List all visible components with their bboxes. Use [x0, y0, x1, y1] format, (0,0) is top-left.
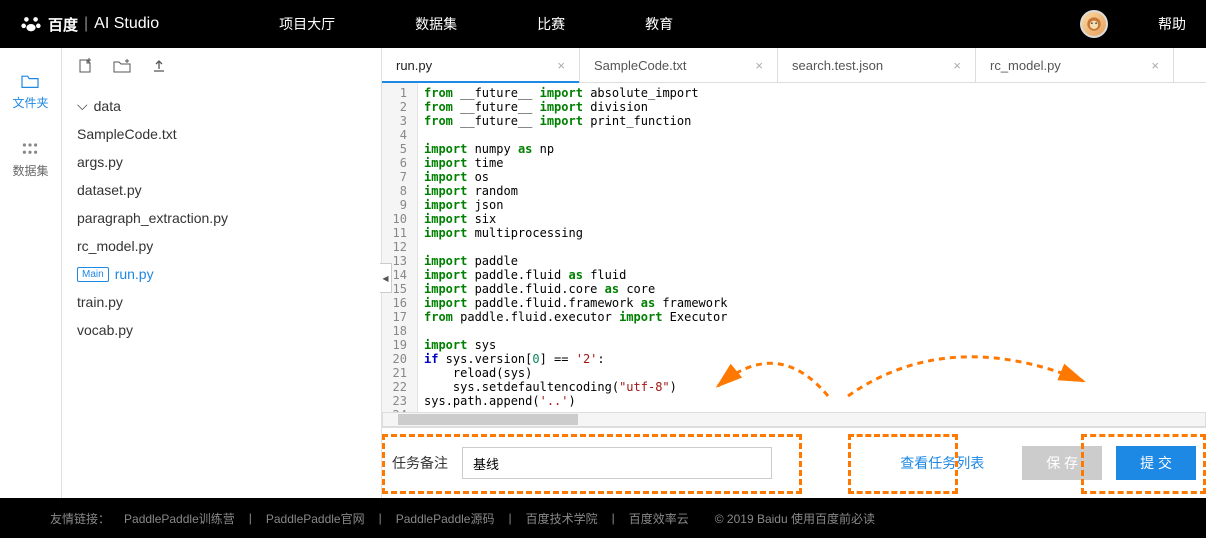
- brand-main: 百度: [48, 14, 78, 35]
- footer-prefix: 友情链接：: [50, 510, 110, 527]
- main-nav: 项目大厅 数据集 比赛 教育: [279, 14, 673, 34]
- footer-link[interactable]: PaddlePaddle源码: [396, 510, 495, 527]
- nav-datasets[interactable]: 数据集: [415, 14, 457, 34]
- view-tasks-link[interactable]: 查看任务列表: [900, 453, 984, 473]
- monkey-icon: [1084, 14, 1104, 34]
- logo[interactable]: 百度 | AI Studio: [20, 13, 159, 35]
- paw-icon: [20, 13, 42, 35]
- tab-run-py[interactable]: run.py×: [382, 48, 580, 82]
- collapse-sidebar-button[interactable]: ◀: [380, 263, 392, 293]
- file-item[interactable]: vocab.py: [62, 316, 381, 344]
- chevron-down-icon: ⌵: [77, 97, 88, 114]
- tab-samplecode[interactable]: SampleCode.txt×: [580, 48, 778, 82]
- tab-search-json[interactable]: search.test.json×: [778, 48, 976, 82]
- close-icon[interactable]: ×: [1151, 58, 1159, 73]
- grid-icon: [20, 141, 40, 157]
- file-item[interactable]: paragraph_extraction.py: [62, 204, 381, 232]
- iconbar-files[interactable]: 文件夹: [12, 73, 48, 111]
- header: 百度 | AI Studio 项目大厅 数据集 比赛 教育 帮助: [0, 0, 1206, 48]
- file-item[interactable]: dataset.py: [62, 176, 381, 204]
- file-item-run[interactable]: Mainrun.py: [62, 260, 381, 288]
- file-item[interactable]: rc_model.py: [62, 232, 381, 260]
- folder-data[interactable]: ⌵data: [62, 91, 381, 120]
- line-gutter: 123456789101112131415161718192021222324: [382, 83, 418, 412]
- footer-copyright: © 2019 Baidu 使用百度前必读: [715, 510, 875, 527]
- new-file-icon[interactable]: [77, 58, 93, 77]
- help-link[interactable]: 帮助: [1158, 14, 1186, 34]
- task-note-label: 任务备注: [392, 453, 448, 473]
- footer-link[interactable]: PaddlePaddle官网: [266, 510, 365, 527]
- new-folder-icon[interactable]: [113, 59, 131, 76]
- close-icon[interactable]: ×: [953, 58, 961, 73]
- folder-icon: [20, 73, 40, 89]
- task-bar: 任务备注 查看任务列表 保 存 提 交: [382, 427, 1206, 498]
- task-note-input[interactable]: [462, 447, 772, 479]
- iconbar-datasets[interactable]: 数据集: [12, 141, 48, 179]
- file-toolbar: [62, 48, 381, 86]
- code-source[interactable]: from __future__ import absolute_import f…: [418, 83, 1206, 412]
- horizontal-scrollbar[interactable]: [382, 412, 1206, 427]
- nav-edu[interactable]: 教育: [645, 14, 673, 34]
- file-item[interactable]: args.py: [62, 148, 381, 176]
- footer: 友情链接： PaddlePaddle训练营| PaddlePaddle官网| P…: [0, 498, 1206, 538]
- file-sidebar: ⌵data SampleCode.txt args.py dataset.py …: [62, 48, 382, 498]
- avatar[interactable]: [1080, 10, 1108, 38]
- close-icon[interactable]: ×: [755, 58, 763, 73]
- code-editor[interactable]: 123456789101112131415161718192021222324 …: [382, 83, 1206, 412]
- file-list: ⌵data SampleCode.txt args.py dataset.py …: [62, 86, 381, 498]
- footer-link[interactable]: PaddlePaddle训练营: [124, 510, 235, 527]
- scroll-thumb[interactable]: [398, 414, 578, 425]
- main-badge: Main: [77, 267, 109, 282]
- footer-link[interactable]: 百度技术学院: [526, 510, 598, 527]
- tab-rc-model[interactable]: rc_model.py×: [976, 48, 1174, 82]
- nav-projects[interactable]: 项目大厅: [279, 14, 335, 34]
- footer-link[interactable]: 百度效率云: [629, 510, 689, 527]
- brand-sub: AI Studio: [94, 15, 159, 33]
- editor-area: run.py× SampleCode.txt× search.test.json…: [382, 48, 1206, 498]
- submit-button[interactable]: 提 交: [1116, 446, 1196, 480]
- nav-contest[interactable]: 比赛: [537, 14, 565, 34]
- close-icon[interactable]: ×: [557, 58, 565, 73]
- file-item[interactable]: SampleCode.txt: [62, 120, 381, 148]
- upload-icon[interactable]: [151, 58, 167, 77]
- editor-tabs: run.py× SampleCode.txt× search.test.json…: [382, 48, 1206, 83]
- file-item[interactable]: train.py: [62, 288, 381, 316]
- left-iconbar: 文件夹 数据集: [0, 48, 62, 498]
- save-button[interactable]: 保 存: [1022, 446, 1102, 480]
